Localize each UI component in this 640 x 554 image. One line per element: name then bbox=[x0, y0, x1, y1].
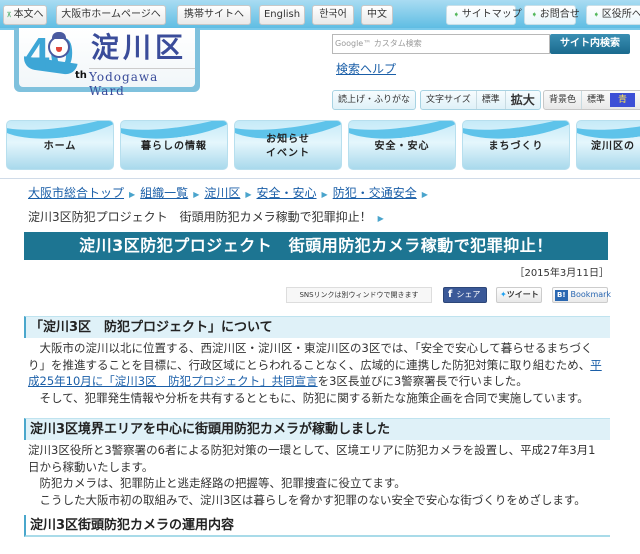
text-size-standard-button[interactable]: 標準 bbox=[475, 91, 505, 109]
nav-tab-safety[interactable]: 安全・安心 bbox=[348, 120, 456, 170]
chevron-right-icon: ▶ bbox=[245, 190, 252, 199]
facebook-share-button[interactable]: f シェア bbox=[443, 287, 487, 303]
nav-tab-about-ward[interactable]: 淀川区の bbox=[576, 120, 640, 170]
logo-name-jp: 淀川区 bbox=[91, 31, 188, 64]
breadcrumb-osaka-top[interactable]: 大阪市総合トップ bbox=[28, 186, 124, 200]
osaka-city-home-button[interactable]: 大阪市ホームページへ bbox=[56, 5, 166, 25]
mobile-site-button[interactable]: 携帯サイトへ bbox=[177, 5, 251, 25]
text-size-large-button[interactable]: 拡大 bbox=[504, 91, 540, 109]
top-utility-bar: ⊼ 本文へ 大阪市ホームページへ 携帯サイトへ English 한국어 中文 ➧ サ… bbox=[0, 0, 640, 30]
bg-blue-button[interactable]: 青 bbox=[610, 93, 636, 107]
page-title: 淀川3区防犯プロジェクト 街頭用防犯カメラ稼動で犯罪抑止！ bbox=[24, 232, 608, 260]
skip-to-content-button[interactable]: ⊼ 本文へ bbox=[3, 5, 47, 25]
arrow-right-icon: ➧ bbox=[593, 10, 600, 19]
section-heading-about-project: 「淀川3区 防犯プロジェクト」について bbox=[24, 316, 610, 338]
section-body-about-project: 大阪市の淀川以北に位置する、西淀川区・淀川区・東淀川区の3区では、「安全で安心し… bbox=[28, 341, 602, 405]
breadcrumb-current: 淀川3区防犯プロジェクト 街頭用防犯カメラ稼動で犯罪抑止！ ▶ bbox=[28, 210, 384, 224]
breadcrumb-crime-traffic[interactable]: 防犯・交通安全 bbox=[333, 186, 417, 200]
hatena-icon: B! bbox=[555, 290, 568, 301]
twitter-bird-icon: ✦ bbox=[500, 290, 507, 299]
site-search-input[interactable]: Google™ カスタム検索 bbox=[332, 34, 550, 54]
chevron-right-icon: ▶ bbox=[377, 214, 384, 223]
text-size-control: 文字サイズ 標準 拡大 bbox=[420, 90, 541, 110]
korean-button[interactable]: 한국어 bbox=[312, 5, 354, 25]
search-help-link[interactable]: 検索ヘルプ bbox=[336, 60, 396, 77]
chevron-right-icon: ▶ bbox=[129, 190, 136, 199]
divider bbox=[0, 178, 640, 179]
chevron-right-icon: ▶ bbox=[193, 190, 200, 199]
hatena-bookmark-button[interactable]: B! Bookmark bbox=[552, 287, 611, 303]
section-body-cameras-operating: 淀川3区役所と3警察署の6者による防犯対策の一環として、区境エリアに防犯カメラを… bbox=[28, 443, 596, 507]
section-heading-camera-operation: 淀川3区街頭防犯カメラの運用内容 bbox=[24, 515, 610, 537]
nav-tab-home[interactable]: ホーム bbox=[6, 120, 114, 170]
arrow-right-icon: ➧ bbox=[453, 10, 460, 19]
joint-declaration-link[interactable]: 成25年10月に「淀川3区 防犯プロジェクト」共同宣言 bbox=[28, 374, 318, 388]
read-aloud-furigana-button[interactable]: 読上げ・ふりがな bbox=[332, 90, 417, 110]
background-color-control: 背景色 標準 青 bbox=[543, 90, 640, 110]
contact-link[interactable]: ➧ お問合せ bbox=[524, 5, 580, 25]
breadcrumb-organization-list[interactable]: 組織一覧 bbox=[140, 186, 188, 200]
skip-icon: ⊼ bbox=[6, 11, 12, 19]
nav-tab-town-planning[interactable]: まちづくり bbox=[462, 120, 570, 170]
chevron-right-icon: ▶ bbox=[321, 190, 328, 199]
bg-standard-button[interactable]: 標準 bbox=[581, 91, 610, 109]
arrow-right-icon: ➧ bbox=[531, 10, 538, 19]
nav-tab-news-events[interactable]: お知らせ イベント bbox=[234, 120, 342, 170]
yodogawa-ward-logo[interactable]: 40 th 淀川区 Yodogawa Ward bbox=[14, 28, 200, 98]
facebook-icon: f bbox=[448, 289, 453, 300]
breadcrumb: 大阪市総合トップ ▶ 組織一覧 ▶ 淀川区 ▶ 安全・安心 ▶ 防犯・交通安全 ▶ bbox=[28, 184, 433, 201]
site-search-button[interactable]: サイト内検索 bbox=[550, 34, 630, 54]
logo-name-en: Yodogawa Ward bbox=[89, 68, 195, 98]
sitemap-link[interactable]: ➧ サイトマップ bbox=[446, 5, 522, 25]
english-button[interactable]: English bbox=[259, 5, 305, 25]
joint-declaration-link[interactable]: 平 bbox=[590, 358, 602, 372]
breadcrumb-yodogawa[interactable]: 淀川区 bbox=[204, 186, 240, 200]
sns-note: SNSリンクは別ウィンドウで開きます bbox=[286, 287, 432, 303]
mascot-icon bbox=[48, 32, 70, 58]
ward-office-access-link[interactable]: ➧区役所への bbox=[586, 5, 640, 25]
publish-date: ［2015年3月11日］ bbox=[514, 268, 609, 279]
chevron-right-icon: ▶ bbox=[421, 190, 428, 199]
chinese-button[interactable]: 中文 bbox=[361, 5, 393, 25]
section-heading-cameras-operating: 淀川3区境界エリアを中心に街頭用防犯カメラが稼動しました bbox=[24, 418, 610, 440]
breadcrumb-safety[interactable]: 安全・安心 bbox=[257, 186, 317, 200]
nav-tab-living-info[interactable]: 暮らしの情報 bbox=[120, 120, 228, 170]
twitter-tweet-button[interactable]: ✦ツイート bbox=[496, 287, 542, 303]
